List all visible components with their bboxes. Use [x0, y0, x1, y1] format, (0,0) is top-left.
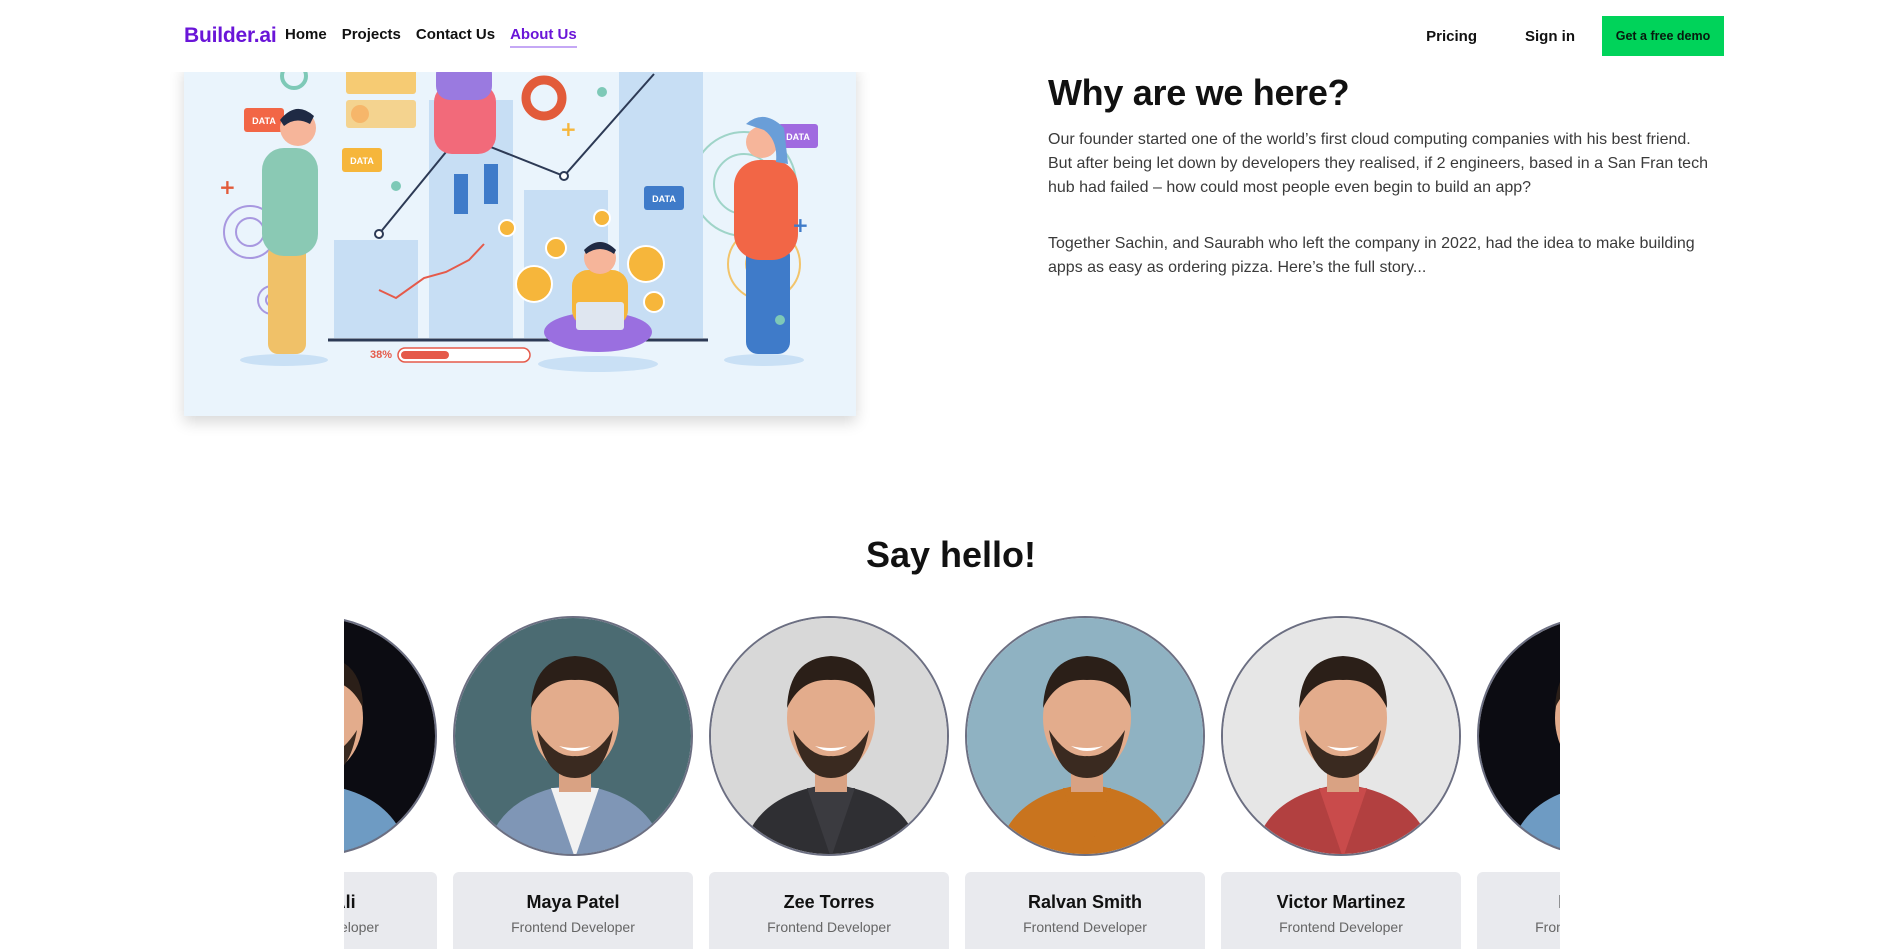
- member-name: Ralvan Smith: [1027, 892, 1143, 912]
- team-member-card[interactable]: Ralvan Smith Frontend Developer: [965, 616, 1205, 949]
- member-avatar: [1221, 616, 1461, 856]
- builder-logo[interactable]: Builder.ai: [184, 24, 277, 48]
- member-name: Victor Martinez: [1276, 892, 1406, 912]
- person-standing-left: [240, 108, 328, 366]
- svg-text:DATA: DATA: [652, 194, 676, 204]
- member-avatar: [453, 616, 693, 856]
- team-illustration: DATA DATA DATA DATA 38% + + +: [184, 64, 856, 416]
- progress-fill: [401, 351, 449, 359]
- member-name-card: Zee Torres Frontend Developer: [709, 872, 949, 949]
- member-role: Frontend Developer: [344, 919, 379, 935]
- team-member-card[interactable]: Maya Patel Frontend Developer: [453, 616, 693, 949]
- member-name-card: Maya Patel Frontend Developer: [453, 872, 693, 949]
- member-name: Kinan Ali: [1477, 892, 1560, 913]
- member-avatar: [709, 616, 949, 856]
- member-name: Kinan Ali: [344, 892, 356, 912]
- member-name-card: Kinan Ali Frontend Developer: [344, 872, 437, 949]
- team-member-card[interactable]: Victor Martinez Frontend Developer: [1221, 616, 1461, 949]
- svg-text:+: +: [219, 175, 236, 199]
- team-carousel[interactable]: Kinan Ali Frontend Developer Maya Patel Fro…: [344, 616, 1560, 949]
- member-role: Frontend Developer: [1023, 919, 1147, 935]
- member-avatar: [1477, 616, 1560, 856]
- why-paragraph-1: Our founder started one of the world’s f…: [1048, 131, 1708, 196]
- why-title: Why are we here?: [1048, 72, 1350, 113]
- nav-link-about[interactable]: About Us: [510, 26, 577, 48]
- team-member-card[interactable]: Kinan Ali Frontend Developer: [1477, 616, 1560, 949]
- team-member-card[interactable]: Zee Torres Frontend Developer: [709, 616, 949, 949]
- nav-actions: Pricing Sign in Get a free demo: [1426, 16, 1724, 56]
- why-paragraph-2: Together Sachin, and Saurabh who left th…: [1048, 235, 1695, 276]
- member-role: Frontend Developer: [767, 919, 891, 935]
- svg-text:+: +: [792, 213, 809, 237]
- svg-text:+: +: [560, 117, 577, 141]
- team-member-card[interactable]: Kinan Ali Frontend Developer: [344, 616, 437, 949]
- data-analytics-illustration: DATA DATA DATA DATA 38% + + +: [219, 64, 818, 372]
- member-role: Frontend Developer: [511, 919, 635, 935]
- team-track: Kinan Ali Frontend Developer Maya Patel Fro…: [344, 616, 1560, 949]
- pricing-link[interactable]: Pricing: [1426, 28, 1477, 45]
- member-name: Maya Patel: [526, 892, 620, 912]
- gear-icon: [521, 75, 567, 121]
- signin-link[interactable]: Sign in: [1525, 28, 1575, 45]
- nav-links: Home Projects Contact Us About Us: [285, 26, 577, 48]
- member-role: Frontend Developer: [1279, 919, 1403, 935]
- member-avatar: [965, 616, 1205, 856]
- svg-text:DATA: DATA: [252, 116, 276, 126]
- member-name: Zee Torres: [783, 892, 875, 912]
- member-role: Frontend Developer: [1535, 919, 1560, 935]
- svg-text:DATA: DATA: [350, 156, 374, 166]
- svg-text:DATA: DATA: [786, 132, 810, 142]
- member-avatar: [344, 616, 437, 856]
- nav-link-projects[interactable]: Projects: [342, 26, 401, 48]
- member-name-card: Kinan Ali Frontend Developer: [1477, 872, 1560, 949]
- progress-label: 38%: [370, 349, 392, 361]
- member-name-card: Ralvan Smith Frontend Developer: [965, 872, 1205, 949]
- nav-link-contact[interactable]: Contact Us: [416, 26, 495, 48]
- free-demo-button[interactable]: Get a free demo: [1602, 16, 1724, 56]
- member-name-card: Victor Martinez Frontend Developer: [1221, 872, 1461, 949]
- say-hello-title: Say hello!: [865, 534, 1037, 575]
- nav-link-home[interactable]: Home: [285, 26, 327, 48]
- top-navigation: Builder.ai Home Projects Contact Us Abou…: [0, 0, 1902, 72]
